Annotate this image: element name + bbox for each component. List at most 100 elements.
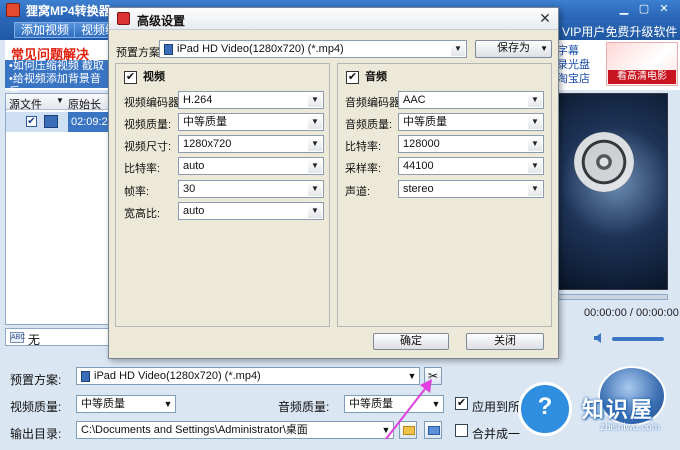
video-size-value: 1280x720: [183, 138, 232, 150]
video-quality-select[interactable]: 中等质量 ▼: [178, 113, 324, 131]
volume-slider[interactable]: [612, 337, 664, 341]
chevron-down-icon[interactable]: ▼: [308, 182, 322, 196]
merge-checkbox[interactable]: [455, 424, 468, 437]
video-codec-label: 视频编码器:: [124, 97, 183, 109]
row-checkbox[interactable]: ✔: [26, 116, 37, 127]
video-preview: [553, 93, 668, 290]
channels-select[interactable]: stereo ▼: [398, 180, 544, 198]
dialog-app-icon: [117, 12, 130, 25]
dialog-title-bar: 高级设置 ✕: [109, 8, 558, 30]
chevron-down-icon[interactable]: ▼: [308, 204, 322, 218]
chevron-down-icon[interactable]: ▼: [161, 396, 175, 412]
aspect-ratio-label: 宽高比:: [124, 208, 161, 220]
close-button[interactable]: 关闭: [466, 333, 544, 350]
audio-quality-label: 音频质量:: [278, 400, 330, 414]
video-bitrate-select[interactable]: auto ▼: [178, 157, 324, 175]
row-duration: 02:09:24: [68, 112, 114, 132]
time-display: 00:00:00 / 00:00:00: [584, 307, 679, 319]
seek-bar[interactable]: [553, 294, 668, 300]
save-as-button[interactable]: 保存为 ▼: [475, 40, 552, 58]
preset-select[interactable]: iPad HD Video(1280x720) (*.mp4) ▼: [76, 367, 420, 385]
subtitle-selector[interactable]: ABC 无: [5, 328, 109, 347]
audio-group-header[interactable]: ✔ 音频: [346, 68, 387, 84]
video-quality-label: 视频质量:: [10, 400, 62, 414]
frame-rate-select[interactable]: 30 ▼: [178, 180, 324, 198]
subtitle-value: 无: [28, 333, 41, 347]
ad-link-shop[interactable]: 淘宝店: [557, 72, 590, 86]
vip-upgrade-link[interactable]: VIP用户免费升级软件: [562, 23, 677, 40]
dialog-title: 高级设置: [137, 14, 186, 28]
chevron-down-icon[interactable]: ▼: [308, 159, 322, 173]
chevron-down-icon[interactable]: ▼: [308, 115, 322, 129]
output-path-field[interactable]: C:\Documents and Settings\Administrator\…: [76, 421, 394, 439]
output-path-value: C:\Documents and Settings\Administrator\…: [81, 424, 308, 436]
audio-quality-label: 音频质量:: [345, 119, 393, 131]
chevron-down-icon[interactable]: ▼: [451, 42, 465, 56]
apply-all-checkbox[interactable]: ✔: [455, 397, 468, 410]
chevron-down-icon[interactable]: ▼: [528, 182, 542, 196]
video-codec-value: H.264: [183, 94, 213, 106]
video-bitrate-value: auto: [183, 160, 205, 172]
watermark-subtitle: zhishiwu.com: [600, 422, 661, 433]
preset-file-icon: [164, 43, 173, 55]
output-label: 输出目录:: [10, 427, 62, 441]
sort-arrow-icon[interactable]: ▼: [56, 96, 64, 105]
audio-bitrate-select[interactable]: 128000 ▼: [398, 135, 544, 153]
video-quality-value: 中等质量: [183, 116, 227, 128]
ad-link-subtitle[interactable]: 字幕: [557, 44, 590, 58]
video-group: ✔ 视频 视频编码器: H.264 ▼ 视频质量: 中等质量 ▼ 视频尺寸: 1280…: [115, 63, 330, 327]
audio-quality-value: 中等质量: [403, 116, 447, 128]
chevron-down-icon[interactable]: ▼: [540, 41, 548, 56]
video-enable-checkbox[interactable]: ✔: [124, 70, 137, 84]
audio-codec-label: 音频编码器:: [345, 97, 404, 109]
col-source-file[interactable]: 源文件: [9, 96, 42, 112]
chevron-down-icon[interactable]: ▼: [528, 115, 542, 129]
dialog-preset-value: iPad HD Video(1280x720) (*.mp4): [177, 43, 344, 55]
film-reel-image: [574, 132, 634, 192]
watermark-title: 知识屋: [582, 397, 655, 422]
audio-enable-checkbox[interactable]: ✔: [346, 70, 359, 84]
help-link-compress[interactable]: •如何压缩视频 截取: [5, 60, 109, 73]
ok-button[interactable]: 确定: [373, 333, 449, 350]
chevron-down-icon[interactable]: ▼: [308, 93, 322, 107]
watermark-logo: ? 知识屋 zhishiwu.com: [508, 378, 680, 450]
minimize-icon[interactable]: ▁: [616, 2, 632, 17]
audio-quality-select[interactable]: 中等质量 ▼: [398, 113, 544, 131]
video-quality-value: 中等质量: [81, 398, 125, 410]
app-logo-icon: [6, 3, 20, 17]
preset-value: iPad HD Video(1280x720) (*.mp4): [94, 370, 261, 382]
save-as-label: 保存为: [497, 42, 530, 54]
video-size-select[interactable]: 1280x720 ▼: [178, 135, 324, 153]
app-title: 狸窝MP4转换器: [26, 4, 111, 18]
ad-panel[interactable]: 字幕 录光盘 淘宝店 看高清电影: [553, 40, 680, 90]
preset-file-icon: [81, 370, 90, 382]
video-size-label: 视频尺寸:: [124, 141, 172, 153]
watermark-icon: ?: [518, 382, 572, 436]
audio-bitrate-label: 比特率:: [345, 141, 382, 153]
dialog-close-icon[interactable]: ✕: [537, 11, 553, 27]
aspect-ratio-value: auto: [183, 205, 205, 217]
table-row[interactable]: ✔ 02:09:24: [6, 112, 114, 132]
audio-codec-select[interactable]: AAC ▼: [398, 91, 544, 109]
chevron-down-icon[interactable]: ▼: [308, 137, 322, 151]
close-icon[interactable]: ✕: [656, 2, 672, 17]
ad-links: 字幕 录光盘 淘宝店: [557, 44, 590, 86]
dialog-preset-select[interactable]: iPad HD Video(1280x720) (*.mp4) ▼: [159, 40, 467, 58]
add-video-button[interactable]: 添加视频: [14, 22, 77, 38]
chevron-down-icon[interactable]: ▼: [528, 159, 542, 173]
ad-banner[interactable]: 看高清电影: [608, 70, 676, 84]
video-group-header[interactable]: ✔ 视频: [124, 68, 165, 84]
video-codec-select[interactable]: H.264 ▼: [178, 91, 324, 109]
ad-link-disc[interactable]: 录光盘: [557, 58, 590, 72]
advanced-settings-dialog: 高级设置 ✕ 预置方案: iPad HD Video(1280x720) (*.…: [108, 7, 559, 359]
video-heading: 视频: [143, 71, 165, 83]
speaker-icon[interactable]: [594, 333, 606, 343]
video-file-icon: [44, 115, 58, 128]
sample-rate-select[interactable]: 44100 ▼: [398, 157, 544, 175]
video-quality-select[interactable]: 中等质量 ▼: [76, 395, 176, 413]
maximize-icon[interactable]: ▢: [636, 2, 652, 17]
chevron-down-icon[interactable]: ▼: [528, 137, 542, 151]
chevron-down-icon[interactable]: ▼: [528, 93, 542, 107]
aspect-ratio-select[interactable]: auto ▼: [178, 202, 324, 220]
file-table-header: 源文件 ▼ 原始长度: [6, 94, 108, 127]
